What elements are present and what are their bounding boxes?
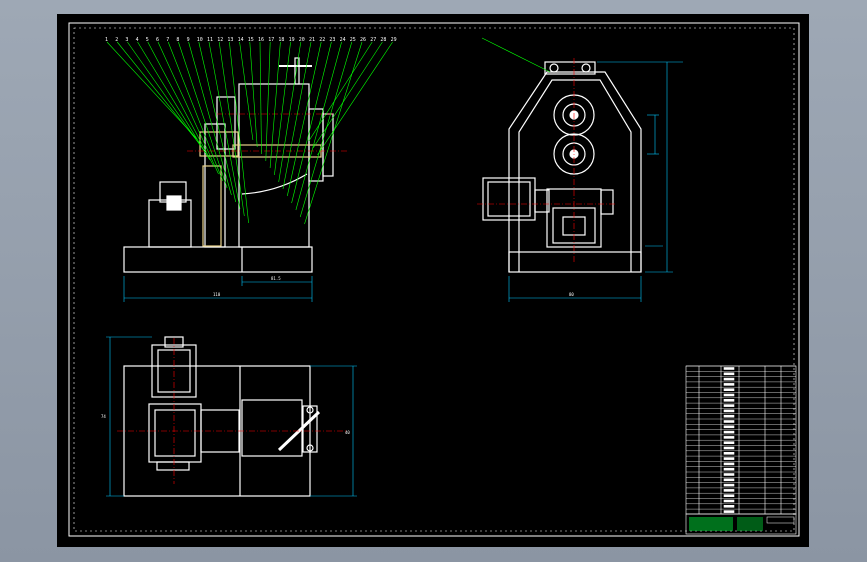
bom-cell-glyph <box>723 473 735 476</box>
balloon-number: 20 <box>299 37 305 43</box>
drawing-canvas[interactable]: 1 2 3 4 5 6 7 8 9 10 11 12 13 14 15 16 17 18 19 20 21 22 23 24 2… <box>57 14 809 547</box>
balloon-number: 15 <box>248 37 254 43</box>
leader-line <box>259 41 262 155</box>
side-view[interactable] <box>482 61 642 273</box>
bom-cell-glyph <box>723 478 735 482</box>
balloon-labels: 1 2 3 4 5 6 7 8 9 10 11 12 13 14 15 16 17 18 19 20 21 22 23 24 2… <box>105 37 397 43</box>
balloon-number: 19 <box>289 37 295 43</box>
balloon-number: 10 <box>197 37 203 43</box>
leader-line <box>198 41 236 203</box>
leader-line <box>188 41 232 196</box>
bom-cell-glyph <box>723 457 735 460</box>
bom-cell-glyph <box>723 462 735 466</box>
top-dim-right: 40 <box>345 430 350 435</box>
front-dimensions <box>123 276 313 302</box>
bom-cell-glyph <box>723 377 735 381</box>
bom-cell-glyph <box>723 504 735 508</box>
leader-line <box>282 41 312 190</box>
bom-cell-glyph <box>723 451 735 455</box>
balloon-leaders <box>106 41 393 225</box>
top-dim-left: 74 <box>101 414 106 419</box>
balloon-number: 9 <box>187 37 190 43</box>
leader-line <box>137 41 211 161</box>
front-dim-total: 110 <box>213 292 221 297</box>
balloon-number: 24 <box>340 37 346 43</box>
balloon-number: 6 <box>156 37 159 43</box>
bom-cell-glyph <box>723 489 735 492</box>
leader-line <box>269 41 281 169</box>
balloon-number: 26 <box>360 37 366 43</box>
side-dim-bottom: 80 <box>569 292 574 297</box>
balloon-number: 1 <box>105 37 108 43</box>
top-view[interactable] <box>123 336 321 497</box>
balloon-number: 27 <box>370 37 376 43</box>
balloon-number: 7 <box>166 37 169 43</box>
balloon-number: 23 <box>329 37 335 43</box>
leader-line <box>317 41 393 156</box>
bom-cell-glyph <box>723 430 735 434</box>
front-dim-right: 81.5 <box>271 276 281 281</box>
balloon-number: 25 <box>350 37 356 43</box>
leader-line <box>147 41 215 168</box>
balloon-number: 21 <box>309 37 315 43</box>
balloon-number: 5 <box>146 37 149 43</box>
leader-line <box>274 41 291 176</box>
balloon-number: 28 <box>380 37 386 43</box>
balloon-number: 14 <box>238 37 244 43</box>
balloon-number: 4 <box>136 37 139 43</box>
bom-cell-glyph <box>723 499 735 503</box>
bom-cell-glyph <box>723 367 735 370</box>
bom-cell-glyph <box>723 398 735 402</box>
bom-cell-glyph <box>723 441 735 445</box>
leader-line <box>157 41 219 175</box>
leader-line <box>312 41 383 149</box>
bom-cell-glyph <box>723 388 735 392</box>
balloon-number: 2 <box>115 37 118 43</box>
balloon-number: 22 <box>319 37 325 43</box>
bom-cell-glyph <box>723 494 735 498</box>
leader-line <box>127 41 206 154</box>
leader-line <box>218 41 245 217</box>
balloon-number: 29 <box>391 37 397 43</box>
bom-cell-glyph <box>723 420 735 423</box>
title-block[interactable] <box>685 513 797 535</box>
bom-cell-glyph <box>723 414 735 418</box>
balloon-number: 11 <box>207 37 213 43</box>
drawing-viewport[interactable]: 1 2 3 4 5 6 7 8 9 10 11 12 13 14 15 16 17 18 19 20 21 22 23 24 2… <box>57 14 809 547</box>
bom-cell-glyph <box>723 510 735 513</box>
balloon-number: 16 <box>258 37 264 43</box>
balloon-number: 18 <box>278 37 284 43</box>
bill-of-materials[interactable] <box>685 365 797 515</box>
bom-cell-glyph <box>723 467 735 471</box>
top-dimensions <box>106 336 357 497</box>
leader-line <box>265 41 271 162</box>
balloon-number: 12 <box>217 37 223 43</box>
leader-line <box>304 41 363 225</box>
bom-cell-glyph <box>723 372 735 376</box>
balloon-number: 3 <box>125 37 128 43</box>
balloon-number: 8 <box>176 37 179 43</box>
leader-line <box>308 41 373 142</box>
bom-cell-glyph <box>723 393 735 397</box>
bom-cell-glyph <box>723 436 735 439</box>
bom-cell-glyph <box>723 409 735 413</box>
bom-cell-glyph <box>723 425 735 429</box>
cad-application: 1 2 3 4 5 6 7 8 9 10 11 12 13 14 15 16 17 18 19 20 21 22 23 24 2… <box>0 0 867 562</box>
bom-cell-glyph <box>723 383 735 386</box>
bom-cell-glyph <box>723 446 735 450</box>
balloon-number: 17 <box>268 37 274 43</box>
bom-rows <box>686 365 796 513</box>
bom-cell-glyph <box>723 404 735 407</box>
leader-line <box>299 41 353 218</box>
leader-line <box>249 41 258 148</box>
balloon-number: 13 <box>227 37 233 43</box>
bom-cell-glyph <box>723 483 735 487</box>
